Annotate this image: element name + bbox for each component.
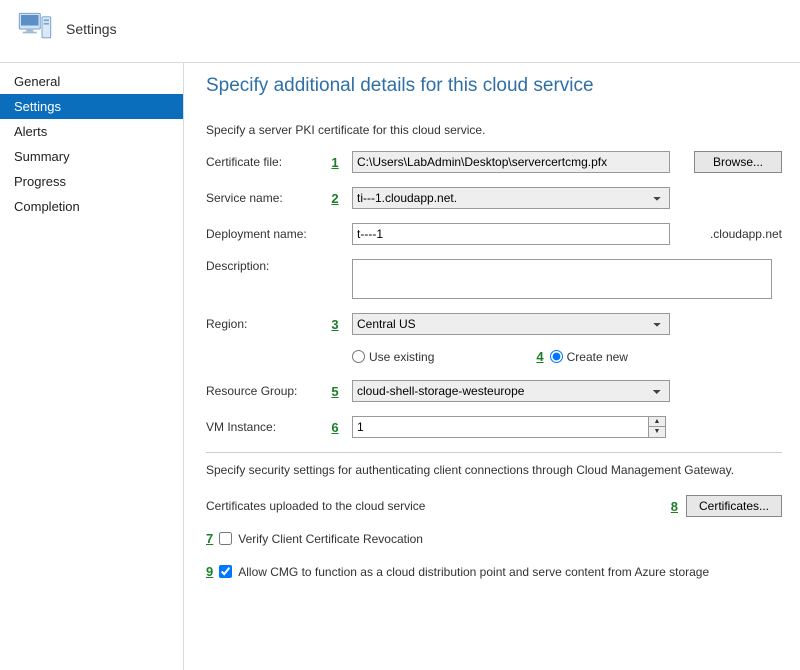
sidebar-item-settings[interactable]: Settings: [0, 94, 183, 119]
annotation-3: 3: [326, 317, 344, 332]
sidebar-item-progress[interactable]: Progress: [0, 169, 183, 194]
pki-instruction: Specify a server PKI certificate for thi…: [206, 123, 782, 137]
sidebar-item-general[interactable]: General: [0, 69, 183, 94]
annotation-8: 8: [671, 499, 678, 514]
verify-revocation-label: Verify Client Certificate Revocation: [238, 532, 423, 546]
spinner-up-icon[interactable]: ▲: [649, 417, 665, 427]
page-title: Specify additional details for this clou…: [206, 75, 782, 97]
annotation-2: 2: [326, 191, 344, 206]
wizard-main: Specify additional details for this clou…: [184, 63, 800, 670]
resource-group-select[interactable]: cloud-shell-storage-westeurope: [352, 380, 670, 402]
use-existing-radio[interactable]: Use existing: [352, 350, 434, 364]
service-name-select[interactable]: ti---1.cloudapp.net.: [352, 187, 670, 209]
annotation-5: 5: [326, 384, 344, 399]
service-name-label: Service name:: [206, 191, 326, 205]
vm-instance-label: VM Instance:: [206, 420, 326, 434]
sidebar-item-alerts[interactable]: Alerts: [0, 119, 183, 144]
annotation-9: 9: [206, 564, 213, 579]
allow-cmg-label: Allow CMG to function as a cloud distrib…: [238, 565, 709, 579]
settings-computer-icon: [14, 8, 56, 50]
certificate-file-input[interactable]: [352, 151, 670, 173]
spinner-down-icon[interactable]: ▼: [649, 427, 665, 437]
browse-button[interactable]: Browse...: [694, 151, 782, 173]
sidebar-item-completion[interactable]: Completion: [0, 194, 183, 219]
region-label: Region:: [206, 317, 326, 331]
create-new-radio[interactable]: Create new: [550, 350, 628, 364]
vm-instance-input[interactable]: [352, 416, 648, 438]
deployment-suffix: .cloudapp.net: [710, 227, 782, 241]
region-select[interactable]: Central US: [352, 313, 670, 335]
annotation-1: 1: [326, 155, 344, 170]
vm-instance-spinner[interactable]: ▲ ▼: [352, 416, 666, 438]
section-divider: [206, 452, 782, 453]
annotation-6: 6: [326, 420, 344, 435]
deployment-name-label: Deployment name:: [206, 227, 326, 241]
annotation-4: 4: [536, 349, 543, 364]
wizard-sidebar: General Settings Alerts Summary Progress…: [0, 63, 184, 670]
deployment-name-input[interactable]: [352, 223, 670, 245]
security-instruction: Specify security settings for authentica…: [206, 463, 782, 477]
allow-cmg-checkbox[interactable]: [219, 565, 232, 578]
wizard-title: Settings: [66, 21, 117, 37]
certificate-file-label: Certificate file:: [206, 155, 326, 169]
certs-uploaded-label: Certificates uploaded to the cloud servi…: [206, 499, 425, 513]
verify-revocation-checkbox[interactable]: [219, 532, 232, 545]
wizard-header: Settings: [0, 0, 800, 62]
certificates-button[interactable]: Certificates...: [686, 495, 782, 517]
annotation-7: 7: [206, 531, 213, 546]
description-input[interactable]: [352, 259, 772, 299]
resource-group-label: Resource Group:: [206, 384, 326, 398]
sidebar-item-summary[interactable]: Summary: [0, 144, 183, 169]
description-label: Description:: [206, 259, 326, 273]
